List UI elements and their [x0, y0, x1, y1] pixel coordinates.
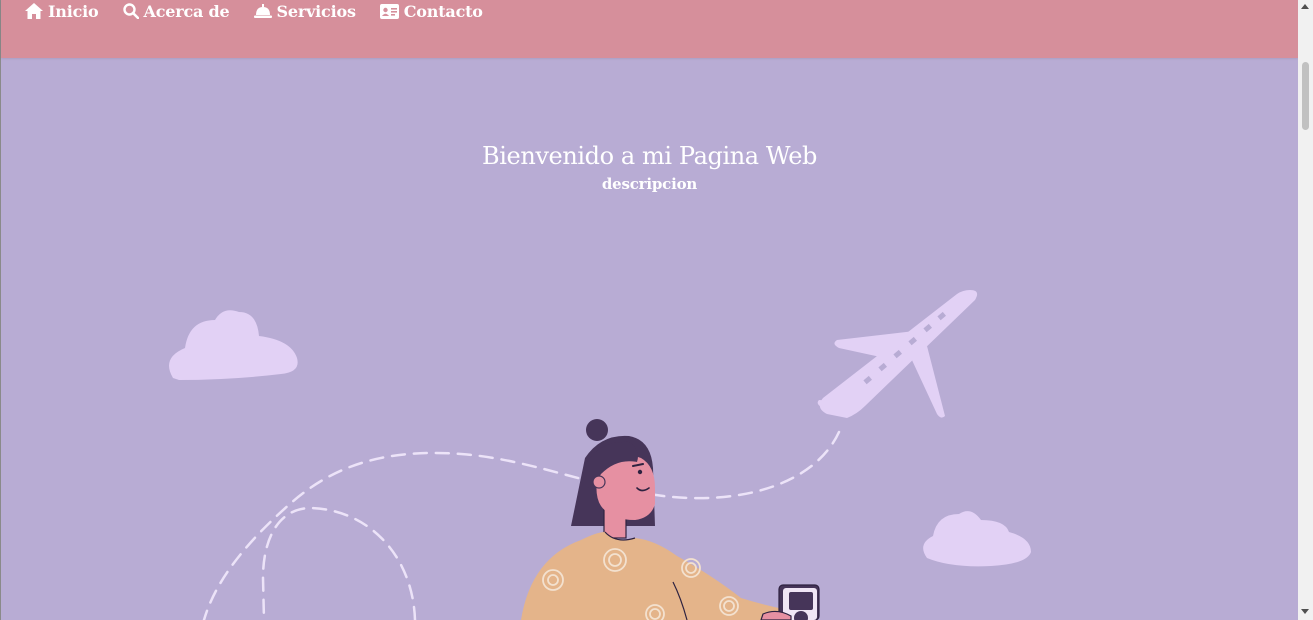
nav-item-servicios[interactable]: Servicios	[253, 0, 356, 22]
cloud-left	[169, 310, 298, 380]
navbar: Inicio Acerca de Servicios Contacto	[1, 0, 1298, 58]
scrollbar-thumb[interactable]	[1302, 62, 1309, 130]
scroll-up-arrow-icon[interactable]	[1301, 4, 1309, 9]
airplane-icon	[817, 290, 978, 418]
id-card-icon	[379, 3, 399, 19]
hero-title: Bienvenido a mi Pagina Web	[482, 142, 817, 170]
cloud-right	[923, 511, 1031, 567]
vertical-scrollbar[interactable]	[1298, 0, 1313, 620]
scroll-down-arrow-icon[interactable]	[1301, 609, 1309, 614]
woman-figure	[521, 419, 820, 620]
nav-item-contacto[interactable]: Contacto	[379, 0, 483, 22]
service-bell-icon	[253, 4, 272, 18]
hero-subtitle: descripcion	[601, 175, 698, 193]
nav-item-acerca-de[interactable]: Acerca de	[122, 0, 230, 22]
nav-list: Inicio Acerca de Servicios Contacto	[25, 0, 507, 22]
nav-item-label: Inicio	[48, 1, 99, 21]
home-icon	[25, 3, 43, 19]
nav-item-label: Contacto	[403, 1, 483, 21]
nav-item-inicio[interactable]: Inicio	[25, 0, 99, 22]
nav-item-label: Acerca de	[143, 1, 230, 21]
search-icon	[122, 3, 139, 19]
nav-item-label: Servicios	[276, 1, 356, 21]
hero-section: Bienvenido a mi Pagina Web descripcion	[1, 58, 1298, 620]
dashed-path-lines	[202, 430, 841, 620]
